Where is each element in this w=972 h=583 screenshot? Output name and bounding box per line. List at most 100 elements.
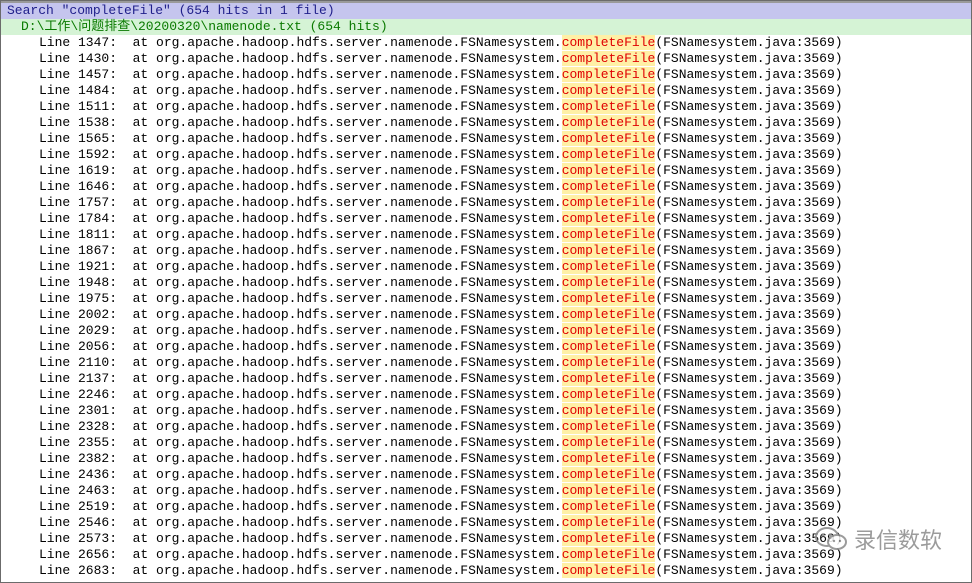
- hit-row[interactable]: Line 1538: at org.apache.hadoop.hdfs.ser…: [1, 115, 971, 131]
- file-result-header[interactable]: D:\工作\问题排查\20200320\namenode.txt (654 hi…: [1, 19, 971, 35]
- hit-text-prefix: at org.apache.hadoop.hdfs.server.namenod…: [132, 131, 562, 146]
- hit-text-prefix: at org.apache.hadoop.hdfs.server.namenod…: [132, 403, 562, 418]
- hit-text-suffix: (FSNamesystem.java:3569): [655, 163, 843, 178]
- hit-list: Line 1347: at org.apache.hadoop.hdfs.ser…: [1, 35, 971, 579]
- hit-row[interactable]: Line 2355: at org.apache.hadoop.hdfs.ser…: [1, 435, 971, 451]
- hit-text-prefix: at org.apache.hadoop.hdfs.server.namenod…: [132, 179, 562, 194]
- hit-text-prefix: at org.apache.hadoop.hdfs.server.namenod…: [132, 435, 562, 450]
- hit-row[interactable]: Line 1811: at org.apache.hadoop.hdfs.ser…: [1, 227, 971, 243]
- hit-row[interactable]: Line 1484: at org.apache.hadoop.hdfs.ser…: [1, 83, 971, 99]
- hit-row[interactable]: Line 2137: at org.apache.hadoop.hdfs.ser…: [1, 371, 971, 387]
- hit-text-prefix: at org.apache.hadoop.hdfs.server.namenod…: [132, 275, 562, 290]
- match-highlight: completeFile: [561, 227, 656, 242]
- hit-text-prefix: at org.apache.hadoop.hdfs.server.namenod…: [132, 67, 562, 82]
- match-highlight: completeFile: [561, 531, 656, 546]
- line-number: Line 1511:: [39, 99, 118, 114]
- line-number: Line 1975:: [39, 291, 118, 306]
- hit-text-prefix: at org.apache.hadoop.hdfs.server.namenod…: [132, 515, 562, 530]
- hit-text-prefix: at org.apache.hadoop.hdfs.server.namenod…: [132, 211, 562, 226]
- line-number: Line 1484:: [39, 83, 118, 98]
- match-highlight: completeFile: [561, 99, 656, 114]
- hit-text-suffix: (FSNamesystem.java:3569): [655, 147, 843, 162]
- hit-row[interactable]: Line 2246: at org.apache.hadoop.hdfs.ser…: [1, 387, 971, 403]
- hit-row[interactable]: Line 1921: at org.apache.hadoop.hdfs.ser…: [1, 259, 971, 275]
- hit-row[interactable]: Line 2683: at org.apache.hadoop.hdfs.ser…: [1, 563, 971, 579]
- match-highlight: completeFile: [561, 115, 656, 130]
- hit-row[interactable]: Line 2328: at org.apache.hadoop.hdfs.ser…: [1, 419, 971, 435]
- hit-row[interactable]: Line 1565: at org.apache.hadoop.hdfs.ser…: [1, 131, 971, 147]
- line-number: Line 2656:: [39, 547, 118, 562]
- hit-row[interactable]: Line 2110: at org.apache.hadoop.hdfs.ser…: [1, 355, 971, 371]
- hit-text-prefix: at org.apache.hadoop.hdfs.server.namenod…: [132, 195, 562, 210]
- hit-text-suffix: (FSNamesystem.java:3569): [655, 259, 843, 274]
- hit-row[interactable]: Line 1511: at org.apache.hadoop.hdfs.ser…: [1, 99, 971, 115]
- hit-row[interactable]: Line 2519: at org.apache.hadoop.hdfs.ser…: [1, 499, 971, 515]
- hit-text-prefix: at org.apache.hadoop.hdfs.server.namenod…: [132, 387, 562, 402]
- hit-text-prefix: at org.apache.hadoop.hdfs.server.namenod…: [132, 99, 562, 114]
- hit-text-prefix: at org.apache.hadoop.hdfs.server.namenod…: [132, 323, 562, 338]
- hit-row[interactable]: Line 1757: at org.apache.hadoop.hdfs.ser…: [1, 195, 971, 211]
- hit-text-suffix: (FSNamesystem.java:3569): [655, 323, 843, 338]
- hit-row[interactable]: Line 1592: at org.apache.hadoop.hdfs.ser…: [1, 147, 971, 163]
- hit-row[interactable]: Line 2029: at org.apache.hadoop.hdfs.ser…: [1, 323, 971, 339]
- match-highlight: completeFile: [561, 323, 656, 338]
- hit-row[interactable]: Line 1430: at org.apache.hadoop.hdfs.ser…: [1, 51, 971, 67]
- hit-text-suffix: (FSNamesystem.java:3569): [655, 307, 843, 322]
- match-highlight: completeFile: [561, 371, 656, 386]
- hit-row[interactable]: Line 2656: at org.apache.hadoop.hdfs.ser…: [1, 547, 971, 563]
- hit-text-suffix: (FSNamesystem.java:3569): [655, 339, 843, 354]
- line-number: Line 2546:: [39, 515, 118, 530]
- hit-row[interactable]: Line 1457: at org.apache.hadoop.hdfs.ser…: [1, 67, 971, 83]
- hit-row[interactable]: Line 1347: at org.apache.hadoop.hdfs.ser…: [1, 35, 971, 51]
- hit-text-prefix: at org.apache.hadoop.hdfs.server.namenod…: [132, 451, 562, 466]
- hit-text-prefix: at org.apache.hadoop.hdfs.server.namenod…: [132, 307, 562, 322]
- hit-text-suffix: (FSNamesystem.java:3569): [655, 563, 843, 578]
- line-number: Line 1948:: [39, 275, 118, 290]
- hit-text-prefix: at org.apache.hadoop.hdfs.server.namenod…: [132, 499, 562, 514]
- hit-text-prefix: at org.apache.hadoop.hdfs.server.namenod…: [132, 227, 562, 242]
- hit-row[interactable]: Line 1646: at org.apache.hadoop.hdfs.ser…: [1, 179, 971, 195]
- hit-text-prefix: at org.apache.hadoop.hdfs.server.namenod…: [132, 83, 562, 98]
- hit-text-prefix: at org.apache.hadoop.hdfs.server.namenod…: [132, 339, 562, 354]
- hit-text-prefix: at org.apache.hadoop.hdfs.server.namenod…: [132, 115, 562, 130]
- match-highlight: completeFile: [561, 195, 656, 210]
- hit-row[interactable]: Line 2546: at org.apache.hadoop.hdfs.ser…: [1, 515, 971, 531]
- hit-row[interactable]: Line 1784: at org.apache.hadoop.hdfs.ser…: [1, 211, 971, 227]
- hit-row[interactable]: Line 2056: at org.apache.hadoop.hdfs.ser…: [1, 339, 971, 355]
- hit-text-prefix: at org.apache.hadoop.hdfs.server.namenod…: [132, 531, 562, 546]
- hit-row[interactable]: Line 1867: at org.apache.hadoop.hdfs.ser…: [1, 243, 971, 259]
- match-highlight: completeFile: [561, 483, 656, 498]
- hit-text-suffix: (FSNamesystem.java:3569): [655, 483, 843, 498]
- hit-row[interactable]: Line 2463: at org.apache.hadoop.hdfs.ser…: [1, 483, 971, 499]
- hit-row[interactable]: Line 2301: at org.apache.hadoop.hdfs.ser…: [1, 403, 971, 419]
- hit-row[interactable]: Line 2002: at org.apache.hadoop.hdfs.ser…: [1, 307, 971, 323]
- line-number: Line 2301:: [39, 403, 118, 418]
- hit-row[interactable]: Line 2436: at org.apache.hadoop.hdfs.ser…: [1, 467, 971, 483]
- hit-row[interactable]: Line 1619: at org.apache.hadoop.hdfs.ser…: [1, 163, 971, 179]
- hit-text-suffix: (FSNamesystem.java:3569): [655, 531, 843, 546]
- hit-row[interactable]: Line 2573: at org.apache.hadoop.hdfs.ser…: [1, 531, 971, 547]
- search-summary-header[interactable]: Search "completeFile" (654 hits in 1 fil…: [1, 1, 971, 19]
- line-number: Line 2519:: [39, 499, 118, 514]
- match-highlight: completeFile: [561, 451, 656, 466]
- hit-text-suffix: (FSNamesystem.java:3569): [655, 99, 843, 114]
- line-number: Line 2683:: [39, 563, 118, 578]
- line-number: Line 1921:: [39, 259, 118, 274]
- hit-row[interactable]: Line 2382: at org.apache.hadoop.hdfs.ser…: [1, 451, 971, 467]
- match-highlight: completeFile: [561, 563, 656, 578]
- match-highlight: completeFile: [561, 259, 656, 274]
- match-highlight: completeFile: [561, 163, 656, 178]
- hit-row[interactable]: Line 1975: at org.apache.hadoop.hdfs.ser…: [1, 291, 971, 307]
- hit-text-suffix: (FSNamesystem.java:3569): [655, 83, 843, 98]
- line-number: Line 2246:: [39, 387, 118, 402]
- line-number: Line 1619:: [39, 163, 118, 178]
- hit-text-suffix: (FSNamesystem.java:3569): [655, 211, 843, 226]
- line-number: Line 1784:: [39, 211, 118, 226]
- match-highlight: completeFile: [561, 403, 656, 418]
- hit-row[interactable]: Line 1948: at org.apache.hadoop.hdfs.ser…: [1, 275, 971, 291]
- line-number: Line 2355:: [39, 435, 118, 450]
- match-highlight: completeFile: [561, 419, 656, 434]
- line-number: Line 1757:: [39, 195, 118, 210]
- match-highlight: completeFile: [561, 515, 656, 530]
- hit-text-suffix: (FSNamesystem.java:3569): [655, 515, 843, 530]
